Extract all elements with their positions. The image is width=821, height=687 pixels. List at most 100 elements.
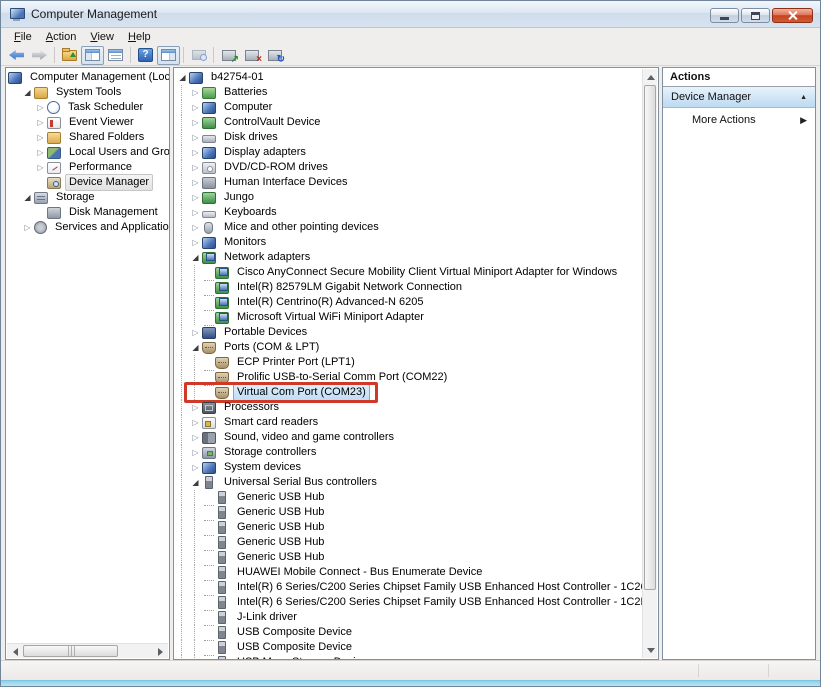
horizontal-scrollbar[interactable] — [7, 643, 168, 658]
tree-item-controlvault-device[interactable]: ▷ControlVault Device — [176, 115, 641, 130]
tree-item-monitors[interactable]: ▷Monitors — [176, 235, 641, 250]
titlebar[interactable]: Computer Management — [1, 1, 820, 28]
vertical-scroll-thumb[interactable] — [644, 85, 656, 590]
tree-item-portable-devices[interactable]: ▷Portable Devices — [176, 325, 641, 340]
tree-item-intel-r-6-series-c200-series-chipset-fam[interactable]: Intel(R) 6 Series/C200 Series Chipset Fa… — [176, 580, 641, 595]
menu-help[interactable]: Help — [121, 30, 158, 44]
expand-arrow-icon[interactable]: ▷ — [189, 190, 202, 205]
expand-arrow-icon[interactable]: ▷ — [189, 175, 202, 190]
expand-arrow-icon[interactable]: ▷ — [189, 205, 202, 220]
scan-hardware-changes-button[interactable]: ↻ — [263, 46, 286, 65]
collapse-arrow-icon[interactable]: ◢ — [189, 250, 202, 265]
show-hide-action-pane-button[interactable] — [157, 46, 180, 65]
tree-item-system-tools[interactable]: ◢System Tools — [8, 85, 169, 100]
back-arrow-button[interactable] — [5, 46, 28, 65]
tree-item-intel-r-82579lm-gigabit-network-connecti[interactable]: Intel(R) 82579LM Gigabit Network Connect… — [176, 280, 641, 295]
expand-arrow-icon[interactable]: ▷ — [189, 145, 202, 160]
show-hide-console-tree-button[interactable] — [81, 46, 104, 65]
collapse-arrow-icon[interactable]: ◢ — [176, 70, 189, 85]
remote-computer-button[interactable] — [187, 46, 210, 65]
expand-arrow-icon[interactable]: ▷ — [189, 325, 202, 340]
menu-file[interactable]: File — [7, 30, 39, 44]
collapse-arrow-icon[interactable]: ◢ — [21, 190, 34, 205]
expand-arrow-icon[interactable]: ▷ — [189, 160, 202, 175]
tree-item-disk-drives[interactable]: ▷Disk drives — [176, 130, 641, 145]
expand-arrow-icon[interactable]: ▷ — [21, 220, 34, 235]
tree-item-keyboards[interactable]: ▷Keyboards — [176, 205, 641, 220]
expand-arrow-icon[interactable]: ▷ — [189, 235, 202, 250]
tree-item-microsoft-virtual-wifi-miniport-adapter[interactable]: Microsoft Virtual WiFi Miniport Adapter — [176, 310, 641, 325]
tree-item-ecp-printer-port-lpt1[interactable]: ECP Printer Port (LPT1) — [176, 355, 641, 370]
horizontal-scroll-thumb[interactable] — [23, 645, 118, 657]
expand-arrow-icon[interactable]: ▷ — [189, 130, 202, 145]
tree-item-generic-usb-hub[interactable]: Generic USB Hub — [176, 505, 641, 520]
export-folder-button[interactable] — [58, 46, 81, 65]
tree-item-usb-composite-device[interactable]: USB Composite Device — [176, 625, 641, 640]
tree-item-intel-r-6-series-c200-series-chipset-fam[interactable]: Intel(R) 6 Series/C200 Series Chipset Fa… — [176, 595, 641, 610]
tree-item-jungo[interactable]: ▷Jungo — [176, 190, 641, 205]
tree-item-storage-controllers[interactable]: ▷Storage controllers — [176, 445, 641, 460]
maximize-button[interactable] — [741, 8, 770, 23]
help-button[interactable]: ? — [134, 46, 157, 65]
expand-arrow-icon[interactable]: ▷ — [189, 445, 202, 460]
update-driver-button[interactable]: ↗ — [217, 46, 240, 65]
tree-item-usb-composite-device[interactable]: USB Composite Device — [176, 640, 641, 655]
tree-item-huawei-mobile-connect-bus-enumerate-devi[interactable]: HUAWEI Mobile Connect - Bus Enumerate De… — [176, 565, 641, 580]
tree-item-universal-serial-bus-controllers[interactable]: ◢Universal Serial Bus controllers — [176, 475, 641, 490]
collapse-arrow-icon[interactable]: ◢ — [189, 340, 202, 355]
tree-item-cisco-anyconnect-secure-mobility-client-[interactable]: Cisco AnyConnect Secure Mobility Client … — [176, 265, 641, 280]
tree-item-smart-card-readers[interactable]: ▷Smart card readers — [176, 415, 641, 430]
expand-arrow-icon[interactable]: ▷ — [189, 85, 202, 100]
collapse-group-icon[interactable]: ▲ — [800, 94, 807, 101]
close-button[interactable] — [772, 8, 813, 23]
tree-item-processors[interactable]: ▷Processors — [176, 400, 641, 415]
properties-window-button[interactable] — [104, 46, 127, 65]
tree-item-disk-management[interactable]: Disk Management — [8, 205, 169, 220]
expand-arrow-icon[interactable]: ▷ — [34, 115, 47, 130]
actions-group-device-manager[interactable]: Device Manager ▲ — [663, 87, 815, 108]
expand-arrow-icon[interactable]: ▷ — [189, 115, 202, 130]
expand-arrow-icon[interactable]: ▷ — [189, 415, 202, 430]
expand-arrow-icon[interactable]: ▷ — [189, 100, 202, 115]
tree-item-computer-management-local[interactable]: Computer Management (Local — [8, 70, 169, 85]
tree-item-system-devices[interactable]: ▷System devices — [176, 460, 641, 475]
tree-item-computer[interactable]: ▷Computer — [176, 100, 641, 115]
tree-item-batteries[interactable]: ▷Batteries — [176, 85, 641, 100]
tree-item-network-adapters[interactable]: ◢Network adapters — [176, 250, 641, 265]
tree-item-ports-com-lpt[interactable]: ◢Ports (COM & LPT) — [176, 340, 641, 355]
tree-item-generic-usb-hub[interactable]: Generic USB Hub — [176, 490, 641, 505]
expand-arrow-icon[interactable]: ▷ — [34, 130, 47, 145]
expand-arrow-icon[interactable]: ▷ — [189, 400, 202, 415]
tree-item-task-scheduler[interactable]: ▷Task Scheduler — [8, 100, 169, 115]
tree-item-generic-usb-hub[interactable]: Generic USB Hub — [176, 520, 641, 535]
scroll-up-button[interactable] — [643, 69, 658, 84]
tree-item-b42754-01[interactable]: ◢b42754-01 — [176, 70, 641, 85]
tree-item-event-viewer[interactable]: ▷Event Viewer — [8, 115, 169, 130]
scroll-down-button[interactable] — [643, 643, 658, 658]
vertical-scrollbar[interactable] — [642, 69, 657, 658]
tree-item-display-adapters[interactable]: ▷Display adapters — [176, 145, 641, 160]
tree-item-services-and-applications[interactable]: ▷Services and Applications — [8, 220, 169, 235]
tree-item-intel-r-centrino-r-advanced-n-6205[interactable]: Intel(R) Centrino(R) Advanced-N 6205 — [176, 295, 641, 310]
menu-action[interactable]: Action — [39, 30, 84, 44]
tree-item-generic-usb-hub[interactable]: Generic USB Hub — [176, 535, 641, 550]
tree-item-virtual-com-port-com23[interactable]: Virtual Com Port (COM23) — [176, 385, 641, 400]
tree-item-prolific-usb-to-serial-comm-port-com22[interactable]: Prolific USB-to-Serial Comm Port (COM22) — [176, 370, 641, 385]
expand-arrow-icon[interactable]: ▷ — [34, 145, 47, 160]
expand-arrow-icon[interactable]: ▷ — [34, 100, 47, 115]
tree-item-storage[interactable]: ◢Storage — [8, 190, 169, 205]
collapse-arrow-icon[interactable]: ◢ — [189, 475, 202, 490]
tree-item-local-users-and-groups[interactable]: ▷Local Users and Groups — [8, 145, 169, 160]
expand-arrow-icon[interactable]: ▷ — [189, 430, 202, 445]
menu-view[interactable]: View — [83, 30, 121, 44]
more-actions-item[interactable]: More Actions ▶ — [663, 108, 815, 132]
collapse-arrow-icon[interactable]: ◢ — [21, 85, 34, 100]
tree-item-human-interface-devices[interactable]: ▷Human Interface Devices — [176, 175, 641, 190]
expand-arrow-icon[interactable]: ▷ — [189, 220, 202, 235]
uninstall-device-button[interactable]: × — [240, 46, 263, 65]
expand-arrow-icon[interactable]: ▷ — [34, 160, 47, 175]
tree-item-generic-usb-hub[interactable]: Generic USB Hub — [176, 550, 641, 565]
minimize-button[interactable] — [710, 8, 739, 23]
tree-item-j-link-driver[interactable]: J-Link driver — [176, 610, 641, 625]
tree-item-performance[interactable]: ▷Performance — [8, 160, 169, 175]
